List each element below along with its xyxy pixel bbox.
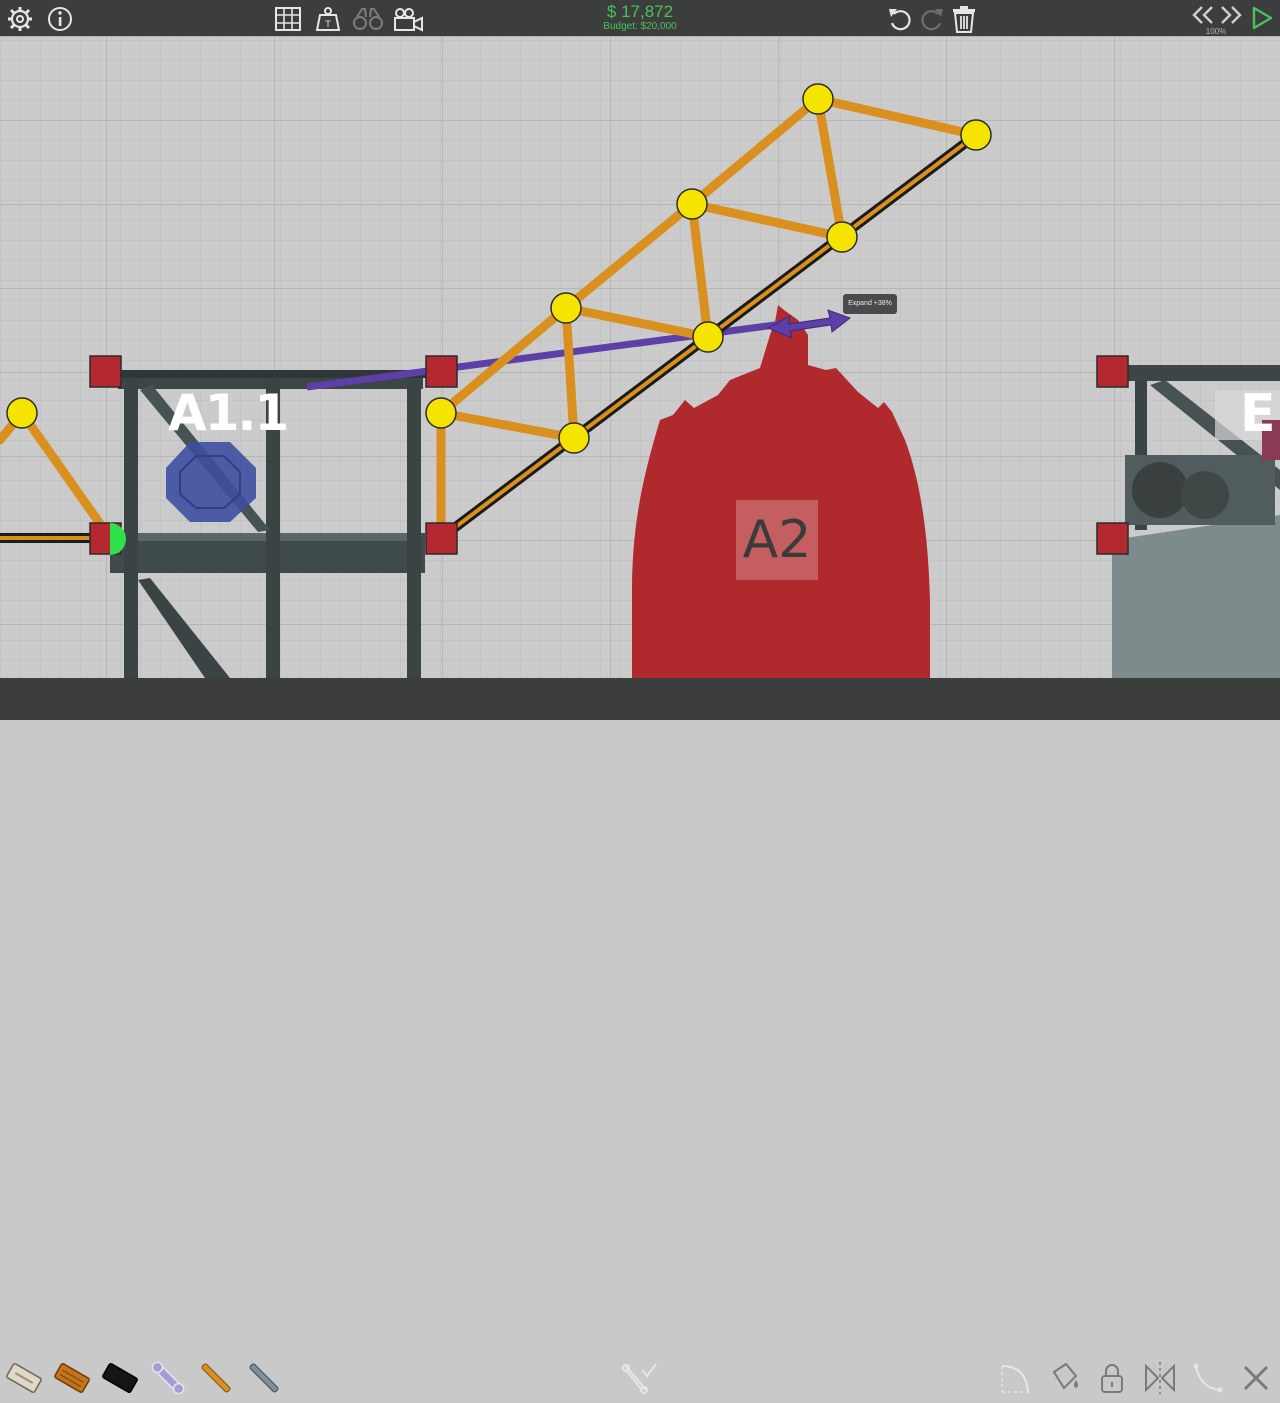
zone-label-a2: A2 [736,500,818,580]
paint-icon[interactable] [1044,1358,1084,1394]
binoculars-icon[interactable] [352,5,384,33]
cash-amount: $ 17,872 [606,2,674,21]
weight-icon[interactable]: T [314,5,342,33]
split-joints-icon[interactable] [620,1358,660,1394]
mirror-icon[interactable] [1140,1358,1180,1394]
camera-icon[interactable] [392,5,424,33]
expand-tooltip: Expand +38% [843,294,897,314]
material-road[interactable] [4,1358,44,1394]
sim-speed: 100% [1205,27,1227,36]
budget-limit: Budget: $20,000 [603,21,677,32]
info-icon[interactable] [46,5,74,33]
play-icon[interactable] [1250,5,1274,31]
material-steel[interactable] [244,1358,284,1394]
cancel-icon[interactable] [1236,1358,1276,1394]
budget-display: $ 17,872 Budget: $20,000 [560,3,720,33]
zone-label-e: E [1240,384,1276,444]
material-steel-road[interactable] [100,1358,140,1394]
lock-icon[interactable] [1092,1358,1132,1394]
rewind-icon[interactable] [1190,4,1216,26]
arc-icon[interactable] [1188,1358,1228,1394]
trash-icon[interactable] [950,4,978,34]
undo-icon[interactable] [886,5,914,33]
build-scene[interactable] [0,0,1280,720]
redo-icon[interactable] [918,5,946,33]
material-reinforced-road[interactable] [52,1358,92,1394]
svg-text:T: T [324,20,331,30]
zone-label-a11: A1.1 [168,384,289,442]
material-wood[interactable] [196,1358,236,1394]
top-toolbar: T $ 17,872 Budget: $20,000 100% [0,0,1280,36]
grid-icon[interactable] [274,5,302,33]
material-hydraulic[interactable] [148,1358,188,1395]
bottom-toolbar [0,678,1280,1395]
game-stage[interactable]: A1.1 A2 E Expand +38% [0,0,1280,720]
fast-forward-icon[interactable] [1218,4,1244,26]
settings-icon[interactable] [6,5,34,33]
spline-icon[interactable] [996,1358,1036,1394]
